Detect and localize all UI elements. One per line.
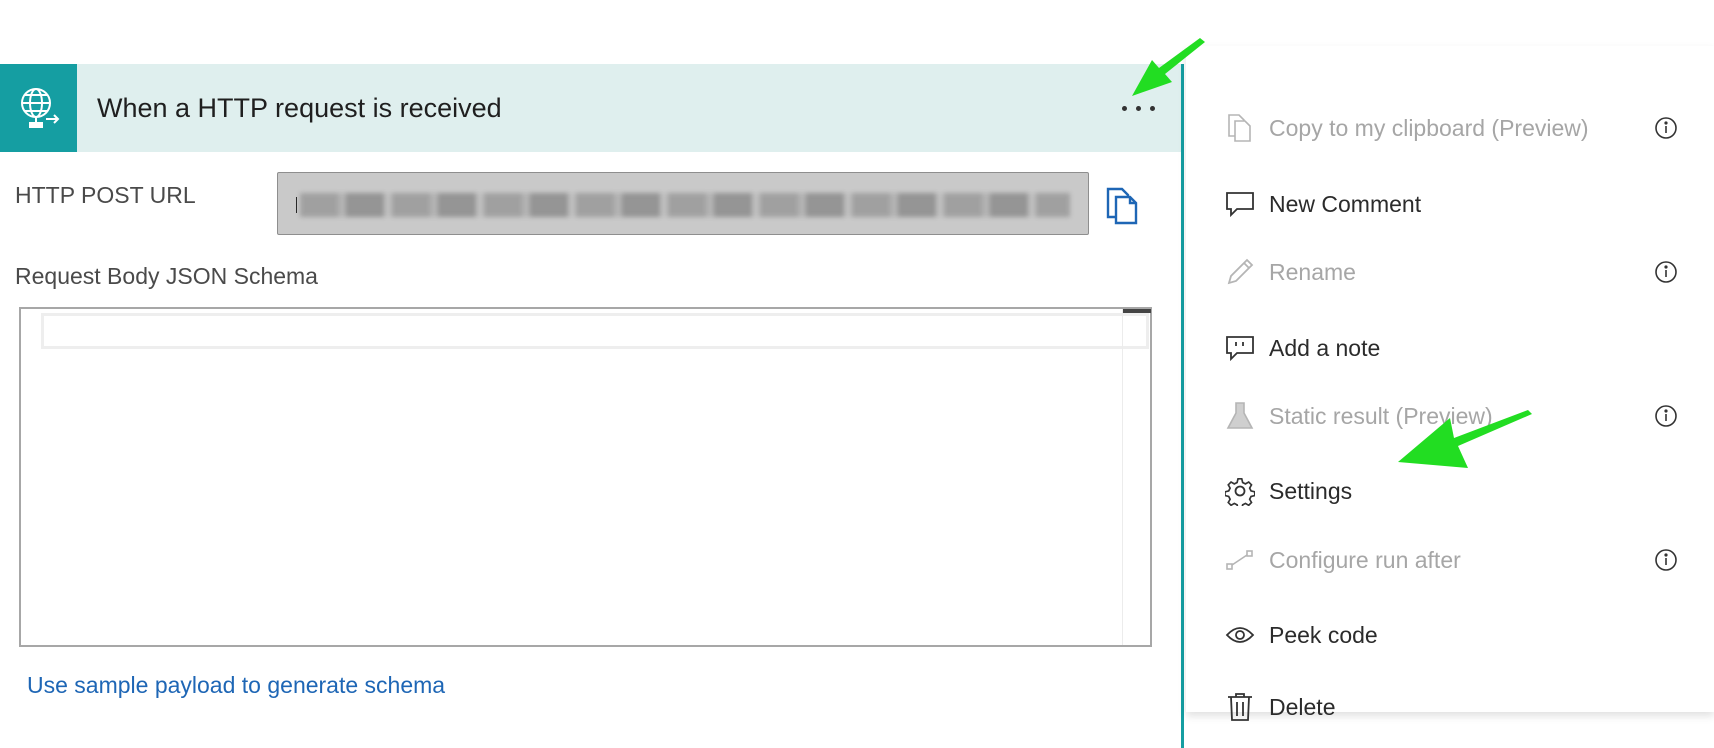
menu-item-label: Rename xyxy=(1269,258,1356,285)
menu-item-configure-run-after[interactable]: Configure run after xyxy=(1186,530,1714,590)
more-dot xyxy=(1121,105,1127,111)
menu-item-label: Delete xyxy=(1269,693,1336,720)
menu-item-delete[interactable]: Delete xyxy=(1186,677,1714,737)
info-icon[interactable] xyxy=(1654,116,1678,140)
trigger-title: When a HTTP request is received xyxy=(97,92,502,123)
redacted-url xyxy=(300,193,1070,217)
copy-icon xyxy=(1106,187,1138,225)
http-post-url-label: HTTP POST URL xyxy=(15,182,196,208)
menu-item-settings[interactable]: Settings xyxy=(1186,461,1714,521)
menu-item-add-note[interactable]: Add a note xyxy=(1186,318,1714,378)
menu-item-label: Peek code xyxy=(1269,621,1378,648)
menu-item-label: Static result (Preview) xyxy=(1269,402,1493,429)
menu-item-label: Add a note xyxy=(1269,334,1381,361)
run-after-icon xyxy=(1225,545,1255,575)
menu-item-label: Copy to my clipboard (Preview) xyxy=(1269,114,1589,141)
info-icon[interactable] xyxy=(1654,404,1678,428)
menu-item-label: Configure run after xyxy=(1269,546,1461,573)
copy-url-button[interactable] xyxy=(1104,185,1140,225)
more-dot xyxy=(1149,105,1155,111)
trash-icon xyxy=(1225,692,1255,722)
eye-icon xyxy=(1225,620,1255,650)
trigger-card-header[interactable]: When a HTTP request is received xyxy=(0,64,1184,152)
flask-icon xyxy=(1225,401,1255,431)
panel-divider xyxy=(1181,64,1184,748)
editor-scrollbar[interactable] xyxy=(1122,309,1151,645)
note-icon xyxy=(1225,333,1255,363)
info-icon[interactable] xyxy=(1654,260,1678,284)
editor-current-line xyxy=(41,313,1149,349)
menu-item-label: Settings xyxy=(1269,477,1353,504)
globe-http-icon xyxy=(0,64,77,152)
more-dot xyxy=(1135,105,1141,111)
menu-item-copy-clipboard[interactable]: Copy to my clipboard (Preview) xyxy=(1186,98,1714,158)
sample-payload-link[interactable]: Use sample payload to generate schema xyxy=(27,672,445,699)
schema-label: Request Body JSON Schema xyxy=(15,263,318,289)
menu-item-rename[interactable]: Rename xyxy=(1186,242,1714,302)
comment-icon xyxy=(1225,189,1255,219)
more-options-button[interactable] xyxy=(1112,90,1164,126)
menu-item-static-result[interactable]: Static result (Preview) xyxy=(1186,386,1714,446)
text-caret xyxy=(296,197,297,213)
info-icon[interactable] xyxy=(1654,548,1678,572)
menu-item-label: New Comment xyxy=(1269,190,1422,217)
copy-icon xyxy=(1225,113,1255,143)
json-schema-editor[interactable] xyxy=(19,307,1152,647)
pencil-icon xyxy=(1225,257,1255,287)
menu-item-new-comment[interactable]: New Comment xyxy=(1186,174,1714,234)
gear-icon xyxy=(1225,476,1255,506)
context-menu: Copy to my clipboard (Preview) New Comme… xyxy=(1186,46,1714,721)
http-post-url-field[interactable] xyxy=(277,172,1089,235)
scrollbar-thumb[interactable] xyxy=(1123,309,1151,313)
menu-item-peek-code[interactable]: Peek code xyxy=(1186,605,1714,665)
